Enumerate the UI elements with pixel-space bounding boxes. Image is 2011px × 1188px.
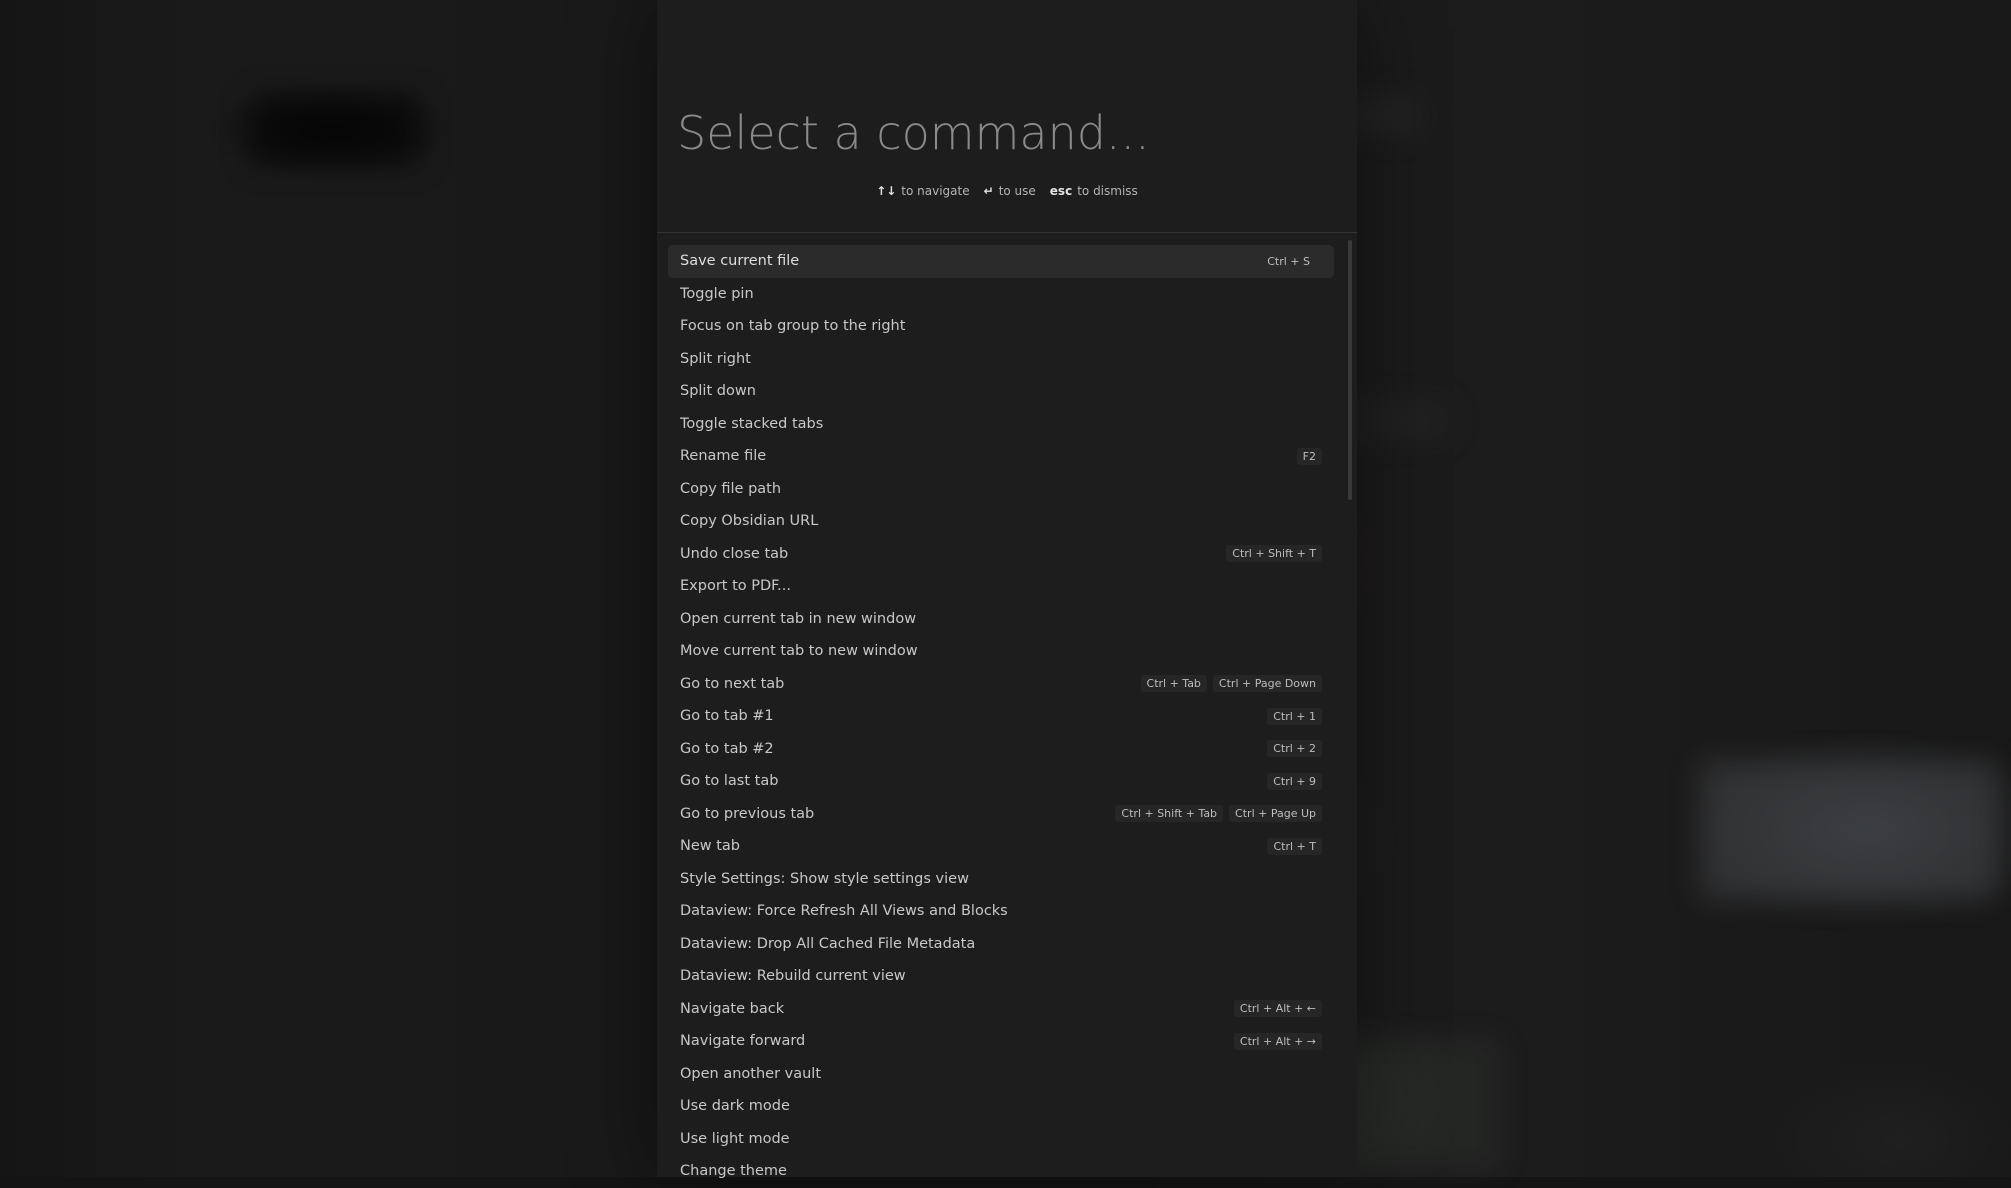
command-label: Rename file xyxy=(680,448,766,464)
command-item[interactable]: Change theme xyxy=(668,1155,1334,1188)
command-item[interactable]: Undo close tab Ctrl + Shift + T xyxy=(668,538,1334,571)
command-label: Use light mode xyxy=(680,1131,790,1147)
command-item[interactable]: Rename file F2 xyxy=(668,440,1334,473)
command-label: Focus on tab group to the right xyxy=(680,318,905,334)
command-item[interactable]: Save current file Ctrl + S xyxy=(668,245,1334,278)
command-item[interactable]: Move current tab to new window xyxy=(668,635,1334,668)
command-label: Copy Obsidian URL xyxy=(680,513,818,529)
command-item[interactable]: Copy file path xyxy=(668,473,1334,506)
enter-key-icon: ↵ xyxy=(984,184,994,198)
command-item[interactable]: Go to next tab Ctrl + Tab Ctrl + Page Down xyxy=(668,668,1334,701)
command-item[interactable]: Go to tab #2 Ctrl + 2 xyxy=(668,733,1334,766)
command-item[interactable]: Dataview: Force Refresh All Views and Bl… xyxy=(668,895,1334,928)
command-label: New tab xyxy=(680,838,740,854)
command-item[interactable]: Export to PDF... xyxy=(668,570,1334,603)
command-hotkeys: Ctrl + Shift + T xyxy=(1226,545,1322,562)
command-label: Go to tab #2 xyxy=(680,741,774,757)
command-label: Go to tab #1 xyxy=(680,708,774,724)
command-item[interactable]: Copy Obsidian URL xyxy=(668,505,1334,538)
command-label: Go to previous tab xyxy=(680,806,814,822)
command-item[interactable]: Go to tab #1 Ctrl + 1 xyxy=(668,700,1334,733)
divider xyxy=(657,232,1357,233)
instruction-text: to use xyxy=(999,184,1036,198)
hotkey-badge: Ctrl + Page Up xyxy=(1229,805,1322,822)
instruction-navigate: ↑↓ to navigate xyxy=(876,184,969,198)
command-palette-modal: ↑↓ to navigate ↵ to use esc to dismiss S… xyxy=(657,0,1357,1177)
command-label: Split right xyxy=(680,351,751,367)
command-label: Save current file xyxy=(680,253,799,269)
command-label: Undo close tab xyxy=(680,546,788,562)
command-item[interactable]: New tab Ctrl + T xyxy=(668,830,1334,863)
hotkey-badge: Ctrl + 9 xyxy=(1267,773,1322,790)
command-item[interactable]: Go to last tab Ctrl + 9 xyxy=(668,765,1334,798)
command-hotkeys: Ctrl + T xyxy=(1267,838,1322,855)
command-item[interactable]: Toggle stacked tabs xyxy=(668,408,1334,441)
command-hotkeys: Ctrl + Shift + Tab Ctrl + Page Up xyxy=(1115,805,1322,822)
results-scrollbar[interactable] xyxy=(1348,240,1352,500)
command-label: Split down xyxy=(680,383,756,399)
hotkey-badge: Ctrl + 1 xyxy=(1267,708,1322,725)
command-item[interactable]: Open another vault xyxy=(668,1058,1334,1091)
command-item[interactable]: Dataview: Rebuild current view xyxy=(668,960,1334,993)
hotkey-badge: Ctrl + Page Down xyxy=(1213,675,1322,692)
command-label: Dataview: Rebuild current view xyxy=(680,968,906,984)
command-hotkeys: F2 xyxy=(1297,448,1322,465)
command-label: Open current tab in new window xyxy=(680,611,916,627)
instruction-text: to dismiss xyxy=(1077,184,1138,198)
hotkey-badge: Ctrl + T xyxy=(1267,838,1322,855)
command-label: Go to next tab xyxy=(680,676,784,692)
command-results-list: Save current file Ctrl + S Toggle pin Focus… xyxy=(668,245,1334,1188)
arrow-keys-icon: ↑↓ xyxy=(876,184,896,198)
command-item[interactable]: Use dark mode xyxy=(668,1090,1334,1123)
command-label: Open another vault xyxy=(680,1066,821,1082)
command-item[interactable]: Focus on tab group to the right xyxy=(668,310,1334,343)
command-label: Export to PDF... xyxy=(680,578,791,594)
command-item[interactable]: Go to previous tabCtrl + Shift + TabCtrl… xyxy=(668,798,1334,831)
command-item[interactable]: Style Settings: Show style settings view xyxy=(668,863,1334,896)
hotkey-badge: Ctrl + Shift + Tab xyxy=(1115,805,1223,822)
command-label: Toggle stacked tabs xyxy=(680,416,823,432)
command-hotkeys: Ctrl + Alt + ← xyxy=(1234,1000,1322,1017)
command-item[interactable]: Split right xyxy=(668,343,1334,376)
command-item[interactable]: Open current tab in new window xyxy=(668,603,1334,636)
command-item[interactable]: Split down xyxy=(668,375,1334,408)
command-item[interactable]: Navigate back Ctrl + Alt + ← xyxy=(668,993,1334,1026)
command-label: Dataview: Force Refresh All Views and Bl… xyxy=(680,903,1008,919)
blurred-sidebar xyxy=(250,95,420,165)
command-item[interactable]: Navigate forward Ctrl + Alt + → xyxy=(668,1025,1334,1058)
command-hotkeys: Ctrl + Tab Ctrl + Page Down xyxy=(1141,675,1322,692)
command-label: Dataview: Drop All Cached File Metadata xyxy=(680,936,975,952)
hotkey-badge: Ctrl + Tab xyxy=(1141,675,1207,692)
command-label: Navigate forward xyxy=(680,1033,805,1049)
hotkey-badge: Ctrl + Shift + T xyxy=(1226,545,1322,562)
command-item[interactable]: Use light mode xyxy=(668,1123,1334,1156)
command-hotkeys: Ctrl + 9 xyxy=(1267,773,1322,790)
hotkey-badge: Ctrl + Alt + → xyxy=(1234,1033,1322,1050)
blurred-panel xyxy=(1700,760,2000,900)
hotkey-badge: Ctrl + Alt + ← xyxy=(1234,1000,1322,1017)
command-hotkeys: Ctrl + 2 xyxy=(1267,740,1322,757)
prompt-instructions: ↑↓ to navigate ↵ to use esc to dismiss xyxy=(657,184,1357,198)
command-label: Toggle pin xyxy=(680,286,754,302)
command-hotkeys: Ctrl + S xyxy=(1261,253,1322,270)
esc-key-label: esc xyxy=(1050,184,1072,198)
command-item[interactable]: Toggle pin xyxy=(668,278,1334,311)
command-label: Copy file path xyxy=(680,481,781,497)
command-label: Move current tab to new window xyxy=(680,643,918,659)
command-label: Style Settings: Show style settings view xyxy=(680,871,969,887)
command-item[interactable]: Dataview: Drop All Cached File Metadata xyxy=(668,928,1334,961)
hotkey-badge: Ctrl + 2 xyxy=(1267,740,1322,757)
hotkey-badge: Ctrl + S xyxy=(1261,253,1316,270)
hotkey-badge: F2 xyxy=(1297,448,1322,465)
command-hotkeys: Ctrl + Alt + → xyxy=(1234,1033,1322,1050)
command-label: Use dark mode xyxy=(680,1098,790,1114)
instruction-text: to navigate xyxy=(901,184,969,198)
instruction-use: ↵ to use xyxy=(984,184,1036,198)
command-hotkeys: Ctrl + 1 xyxy=(1267,708,1322,725)
command-label: Navigate back xyxy=(680,1001,784,1017)
command-search-input[interactable] xyxy=(677,100,1317,166)
instruction-dismiss: esc to dismiss xyxy=(1050,184,1138,198)
command-label: Go to last tab xyxy=(680,773,778,789)
